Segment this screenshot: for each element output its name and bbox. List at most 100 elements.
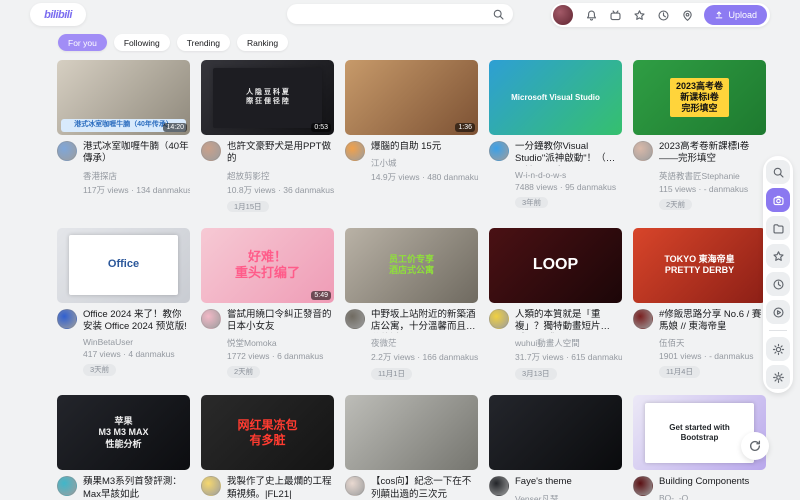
search-bar[interactable] <box>287 4 513 24</box>
video-stats: 7488 views · 95 danmakus <box>515 182 622 192</box>
video-title[interactable]: 【cos向】紀念一下在不列顛出過的三次元 <box>371 476 478 500</box>
star-icon[interactable] <box>766 244 790 268</box>
video-title[interactable]: 港式冰室咖喱牛腩（40年傳承） <box>83 141 190 166</box>
video-thumbnail[interactable]: 网红果冻包 有多脏 <box>201 395 334 470</box>
feed-tab-trending[interactable]: Trending <box>177 34 230 51</box>
thumbnail-caption: Get started with Bootstrap <box>645 403 754 463</box>
video-title[interactable]: 也許文豪野犬是用PPT做的 <box>227 141 334 166</box>
video-stats: 2.2万 views · 166 danmakus <box>371 351 478 363</box>
video-title[interactable]: 一分鐘教你Visual Studio"派神啟動"！（適用於Blend） <box>515 141 622 166</box>
video-title[interactable]: 蘋果M3系列首發評測：Max早該如此 <box>83 476 190 500</box>
uploader-avatar[interactable] <box>201 141 221 161</box>
video-thumbnail[interactable]: 人 隐 豆 科 夏 際 狂 俚 径 陸 0:53 <box>201 60 334 135</box>
uploader-name[interactable]: WinBetaUser <box>83 337 190 347</box>
video-stats: 14.9万 views · 480 danmakus <box>371 171 478 183</box>
feed-tab-for-you[interactable]: For you <box>58 34 107 51</box>
feed-tab-ranking[interactable]: Ranking <box>237 34 288 51</box>
side-toolbar <box>763 156 793 393</box>
date-badge: 3月13日 <box>515 368 557 380</box>
video-thumbnail[interactable]: Get started with Bootstrap <box>633 395 766 470</box>
uploader-avatar[interactable] <box>201 309 221 329</box>
uploader-name[interactable]: wuhui動畫人空間 <box>515 337 622 349</box>
uploader-avatar[interactable] <box>345 476 365 496</box>
video-card: 1:36 爆腦的自助 15元 江小城 14.9万 views · 480 dan… <box>345 60 478 214</box>
video-thumbnail[interactable] <box>345 395 478 470</box>
bell-icon[interactable] <box>584 8 598 22</box>
video-duration: 0:53 <box>311 123 331 132</box>
video-title[interactable]: Office 2024 来了！教你安装 Office 2024 预览版! <box>83 309 190 334</box>
folder-icon[interactable] <box>766 216 790 240</box>
camera-icon[interactable] <box>766 188 790 212</box>
toolbar-divider <box>769 330 787 331</box>
video-title[interactable]: Building Components <box>659 476 766 488</box>
refresh-button[interactable] <box>741 432 769 460</box>
gear-icon[interactable] <box>766 365 790 389</box>
uploader-name[interactable]: 英語教書匠Stephanie <box>659 170 766 182</box>
upload-button[interactable]: Upload <box>704 5 767 25</box>
uploader-name[interactable]: W-i-n-d-o-w-s <box>515 170 622 180</box>
uploader-avatar[interactable] <box>57 309 77 329</box>
uploader-avatar[interactable] <box>633 309 653 329</box>
location-icon[interactable] <box>680 8 694 22</box>
video-title[interactable]: #修飯思路分享 No.6 / 賽馬娘 // 東海帝皇 <box>659 309 766 334</box>
video-title[interactable]: 人類的本質就是「重複」？獨特動畫短片《LOOP》 <box>515 309 622 334</box>
video-title[interactable]: 中野坂上站附近的新築酒店公寓，十分溫馨而且九分乾淨 <box>371 309 478 334</box>
video-card: 网红果冻包 有多脏 我製作了史上最爛的工程類視頻。|FL21| icewater… <box>201 395 334 500</box>
clock-icon[interactable] <box>766 272 790 296</box>
uploader-avatar[interactable] <box>345 309 365 329</box>
uploader-name[interactable]: 江小城 <box>371 157 478 169</box>
star-icon[interactable] <box>632 8 646 22</box>
thumbnail-caption: Office <box>69 235 178 295</box>
uploader-name[interactable]: BQ-_-Q <box>659 493 766 500</box>
video-thumbnail[interactable]: 好难！ 重头打编了 5:49 <box>201 228 334 303</box>
video-thumbnail[interactable]: 苹果 M3 M3 MAX 性能分析 <box>57 395 190 470</box>
user-avatar[interactable] <box>552 4 574 26</box>
date-badge: 3年前 <box>515 197 548 209</box>
date-badge: 2天前 <box>227 366 260 378</box>
video-card: 人 隐 豆 科 夏 際 狂 俚 径 陸 0:53 也許文豪野犬是用PPT做的 超… <box>201 60 334 214</box>
uploader-avatar[interactable] <box>633 476 653 496</box>
play-circle-icon[interactable] <box>766 300 790 324</box>
search-input[interactable] <box>295 9 491 20</box>
uploader-avatar[interactable] <box>345 141 365 161</box>
video-title[interactable]: 我製作了史上最爛的工程類視頻。|FL21| <box>227 476 334 500</box>
uploader-name[interactable]: 香港探店 <box>83 170 190 182</box>
uploader-avatar[interactable] <box>633 141 653 161</box>
uploader-avatar[interactable] <box>489 476 509 496</box>
thumbnail-caption: 2023高考卷 新课标I卷 完形填空 <box>670 78 729 118</box>
uploader-avatar[interactable] <box>489 309 509 329</box>
uploader-name[interactable]: 超放剪影控 <box>227 170 334 182</box>
video-title[interactable]: Faye's theme <box>515 476 622 488</box>
uploader-name[interactable]: Venser凡瑟 <box>515 493 622 500</box>
uploader-name[interactable]: 悦堂Momoka <box>227 337 334 349</box>
video-thumbnail[interactable]: 2023高考卷 新课标I卷 完形填空 <box>633 60 766 135</box>
thumbnail-caption: 员工价专享 酒店式公寓 <box>385 252 438 279</box>
video-thumbnail[interactable]: 员工价专享 酒店式公寓 <box>345 228 478 303</box>
date-badge: 2天前 <box>659 199 692 211</box>
video-thumbnail[interactable]: 港式冰室咖喱牛腩（40年传承） 14:20 <box>57 60 190 135</box>
sun-icon[interactable] <box>766 337 790 361</box>
video-title[interactable]: 嘗試用繞口令糾正發音的日本小女友 <box>227 309 334 334</box>
history-icon[interactable] <box>656 8 670 22</box>
video-thumbnail[interactable]: Office <box>57 228 190 303</box>
search-icon[interactable] <box>491 7 505 21</box>
video-thumbnail[interactable]: Microsoft Visual Studio <box>489 60 622 135</box>
video-thumbnail[interactable]: 1:36 <box>345 60 478 135</box>
uploader-name[interactable]: 伍佰天 <box>659 337 766 349</box>
uploader-avatar[interactable] <box>57 476 77 496</box>
feed-tab-following[interactable]: Following <box>114 34 170 51</box>
search-icon[interactable] <box>766 160 790 184</box>
video-card: 员工价专享 酒店式公寓 中野坂上站附近的新築酒店公寓，十分溫馨而且九分乾淨 夜微… <box>345 228 478 382</box>
bilibili-logo[interactable]: bilibili <box>30 3 86 26</box>
thumbnail-caption: 人 隐 豆 科 夏 際 狂 俚 径 陸 <box>213 68 322 128</box>
uploader-name[interactable]: 夜微茫 <box>371 337 478 349</box>
video-thumbnail[interactable]: TOKYO 東海帝皇 PRETTY DERBY <box>633 228 766 303</box>
video-title[interactable]: 爆腦的自助 15元 <box>371 141 478 153</box>
video-thumbnail[interactable] <box>489 395 622 470</box>
video-thumbnail[interactable]: LOOP <box>489 228 622 303</box>
video-title[interactable]: 2023高考卷新課標I卷——完形填空 <box>659 141 766 166</box>
uploader-avatar[interactable] <box>489 141 509 161</box>
tv-icon[interactable] <box>608 8 622 22</box>
uploader-avatar[interactable] <box>201 476 221 496</box>
uploader-avatar[interactable] <box>57 141 77 161</box>
